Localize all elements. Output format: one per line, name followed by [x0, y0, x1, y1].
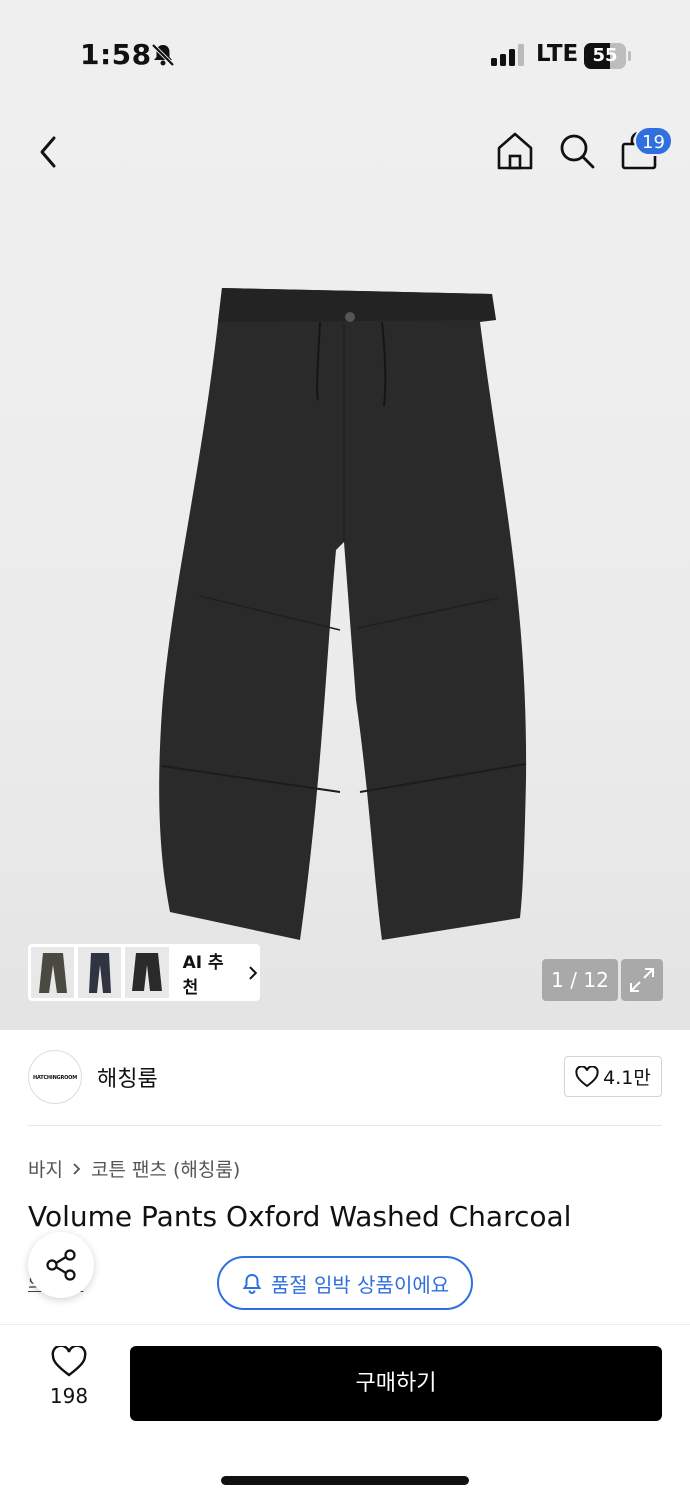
recommend-thumbnail[interactable]	[31, 947, 75, 998]
heart-icon	[51, 1346, 87, 1377]
ai-recommend-label: AI 추천	[182, 952, 224, 998]
soldout-notice-text: 품절 임박 상품이에요	[270, 1272, 450, 1297]
image-page-counter: 1 / 12	[542, 959, 618, 1001]
share-button[interactable]	[28, 1232, 94, 1298]
cart-count-badge: 19	[634, 126, 673, 156]
status-bar: 1:58 LTE 55	[0, 0, 690, 110]
network-label: LTE	[536, 41, 579, 67]
buy-button[interactable]: 구매하기	[130, 1346, 662, 1421]
share-icon	[46, 1249, 76, 1281]
product-photo	[159, 288, 527, 940]
chevron-right-icon	[249, 965, 258, 980]
home-icon[interactable]	[494, 130, 536, 172]
product-like-count: 198	[49, 1384, 89, 1408]
heart-icon	[575, 1065, 599, 1087]
recommend-thumbnail[interactable]	[78, 947, 122, 998]
brand-name[interactable]: 해칭룸	[97, 1061, 158, 1093]
brand-logo[interactable]: HATCHINGROOM	[28, 1050, 82, 1104]
product-title: Volume Pants Oxford Washed Charcoal	[28, 1200, 572, 1233]
product-like-button[interactable]: 198	[30, 1346, 108, 1422]
search-icon[interactable]	[556, 130, 598, 172]
breadcrumb: 바지 코튼 팬츠 (해칭룸)	[28, 1155, 240, 1182]
breadcrumb-category[interactable]: 바지	[28, 1155, 63, 1182]
expand-button[interactable]	[621, 959, 663, 1001]
breadcrumb-subcategory[interactable]: 코튼 팬츠 (해칭룸)	[91, 1155, 240, 1182]
expand-icon	[630, 968, 654, 992]
ai-recommendation-strip[interactable]: AI 추천	[28, 944, 260, 1001]
divider	[0, 1324, 690, 1325]
recommend-thumbnail[interactable]	[125, 947, 169, 998]
home-indicator	[221, 1476, 469, 1485]
battery-level: 55	[592, 45, 618, 66]
divider	[28, 1125, 662, 1126]
status-time: 1:58	[80, 38, 152, 71]
bell-off-icon	[151, 43, 175, 67]
brand-like-button[interactable]: 4.1만	[564, 1056, 662, 1097]
chevron-right-icon	[73, 1162, 81, 1175]
bell-icon	[242, 1273, 262, 1294]
soldout-notice-pill[interactable]: 품절 임박 상품이에요	[217, 1256, 473, 1310]
signal-icon	[491, 44, 524, 66]
back-icon[interactable]	[30, 130, 70, 174]
brand-like-count: 4.1만	[603, 1067, 651, 1089]
